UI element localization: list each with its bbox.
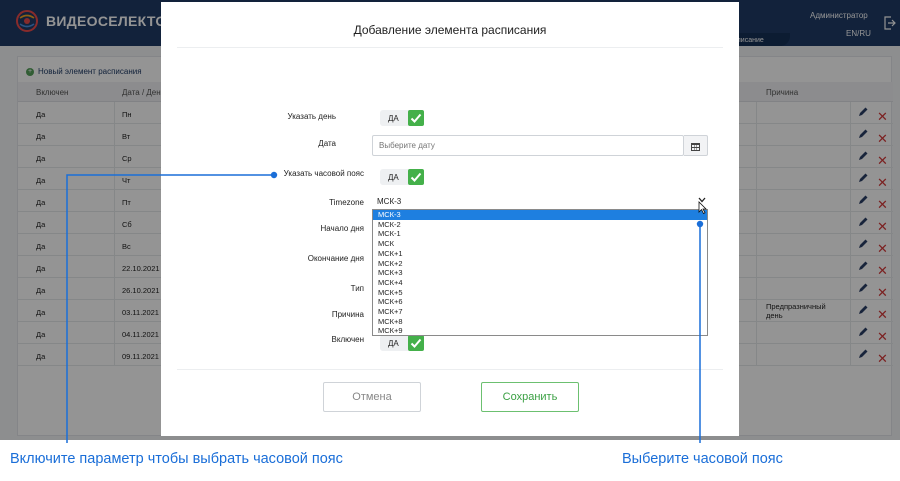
callout-lines [66,171,704,443]
callout-left-text: Включите параметр чтобы выбрать часовой … [10,451,343,467]
callout-right-text: Выберите часовой пояс [622,451,783,467]
